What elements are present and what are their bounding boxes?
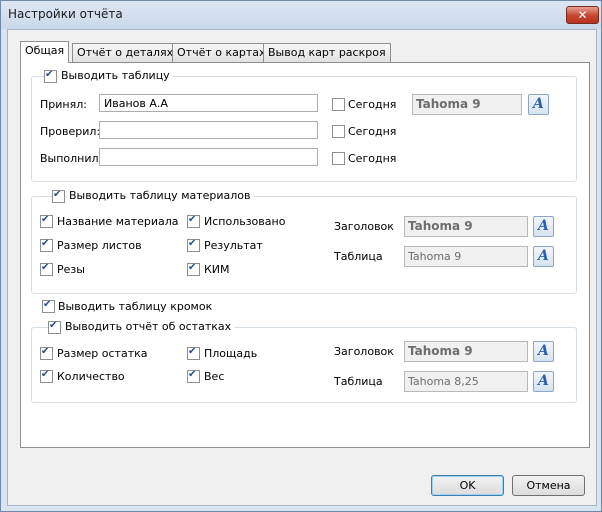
- result-label: Результат: [204, 239, 263, 252]
- remains-header-font-button[interactable]: A: [533, 341, 554, 362]
- remains-report-label: Выводить отчёт об остатках: [62, 320, 235, 333]
- used-label: Использовано: [204, 215, 286, 228]
- sheet-size-checkbox[interactable]: [40, 238, 53, 252]
- edges-table-checkbox[interactable]: [42, 299, 55, 313]
- tab-page-general: Выводить таблицу Принял: Иванов А.А Сего…: [20, 62, 590, 448]
- cuts-checkbox[interactable]: [40, 262, 53, 276]
- material-name-checkbox[interactable]: [40, 214, 53, 228]
- performed-by-today-label: Сегодня: [348, 152, 397, 165]
- materials-table-font-display: Tahoma 9: [404, 246, 528, 267]
- tab-parts-report[interactable]: Отчёт о деталях: [72, 43, 179, 62]
- materials-table-font-label: Таблица: [334, 250, 383, 263]
- remains-table-font-label: Таблица: [334, 375, 383, 388]
- remains-table-font-button[interactable]: A: [533, 371, 554, 392]
- materials-header-label: Заголовок: [334, 220, 394, 233]
- remain-size-label: Размер остатка: [57, 347, 148, 360]
- checked-by-label: Проверил:: [40, 125, 101, 138]
- area-checkbox[interactable]: [187, 346, 200, 360]
- font-a-icon: A: [538, 248, 549, 264]
- kim-checkbox[interactable]: [187, 262, 200, 276]
- remains-header-font-display: Tahoma 9: [404, 341, 528, 362]
- window-title: Настройки отчёта: [8, 7, 123, 21]
- used-checkbox[interactable]: [187, 214, 200, 228]
- table-font-display: Tahoma 9: [412, 94, 522, 115]
- checked-by-today-label: Сегодня: [348, 125, 397, 138]
- ok-button[interactable]: OK: [431, 475, 504, 496]
- tab-general[interactable]: Общая: [20, 41, 70, 63]
- materials-table-checkbox[interactable]: [52, 189, 65, 203]
- result-checkbox[interactable]: [187, 238, 200, 252]
- dialog-window: Настройки отчёта ✕ Общая Отчёт о деталях…: [0, 0, 602, 512]
- remains-report-checkbox[interactable]: [48, 320, 61, 334]
- font-a-icon: A: [538, 373, 549, 389]
- close-button[interactable]: ✕: [566, 6, 599, 24]
- quantity-label: Количество: [57, 370, 125, 383]
- edges-table-label: Выводить таблицу кромок: [58, 300, 213, 313]
- quantity-checkbox[interactable]: [40, 369, 53, 383]
- sheet-size-label: Размер листов: [57, 239, 142, 252]
- accepted-field[interactable]: Иванов А.А: [99, 94, 318, 112]
- materials-table-font-button[interactable]: A: [533, 246, 554, 267]
- font-a-icon: A: [533, 96, 544, 112]
- tab-cutting-maps[interactable]: Вывод карт раскроя: [263, 43, 391, 62]
- output-table-checkbox[interactable]: [44, 69, 57, 83]
- performed-by-field[interactable]: [99, 148, 318, 166]
- accepted-label: Принял:: [40, 98, 87, 111]
- output-table-label: Выводить таблицу: [58, 69, 173, 82]
- materials-table-label: Выводить таблицу материалов: [66, 189, 254, 202]
- accepted-today-checkbox[interactable]: [332, 98, 345, 111]
- materials-header-font-button[interactable]: A: [533, 216, 554, 237]
- checked-by-today-checkbox[interactable]: [332, 125, 345, 138]
- accepted-today-label: Сегодня: [348, 98, 397, 111]
- remains-header-label: Заголовок: [334, 345, 394, 358]
- kim-label: КИМ: [204, 263, 230, 276]
- performed-by-label: Выполнил:: [40, 152, 103, 165]
- table-font-button[interactable]: A: [528, 94, 549, 115]
- materials-header-font-display: Tahoma 9: [404, 216, 528, 237]
- cuts-label: Резы: [57, 263, 85, 276]
- client-area: Общая Отчёт о деталях Отчёт о картах Выв…: [7, 29, 597, 506]
- title-bar[interactable]: Настройки отчёта ✕: [1, 1, 601, 29]
- font-a-icon: A: [538, 218, 549, 234]
- tab-maps-report[interactable]: Отчёт о картах: [172, 43, 271, 62]
- cancel-button[interactable]: Отмена: [512, 475, 585, 496]
- performed-by-today-checkbox[interactable]: [332, 152, 345, 165]
- material-name-label: Название материала: [57, 215, 179, 228]
- checked-by-field[interactable]: [99, 121, 318, 139]
- font-a-icon: A: [538, 343, 549, 359]
- remain-size-checkbox[interactable]: [40, 346, 53, 360]
- weight-checkbox[interactable]: [187, 369, 200, 383]
- remains-table-font-display: Tahoma 8,25: [404, 371, 528, 392]
- area-label: Площадь: [204, 347, 258, 360]
- weight-label: Вес: [204, 370, 225, 383]
